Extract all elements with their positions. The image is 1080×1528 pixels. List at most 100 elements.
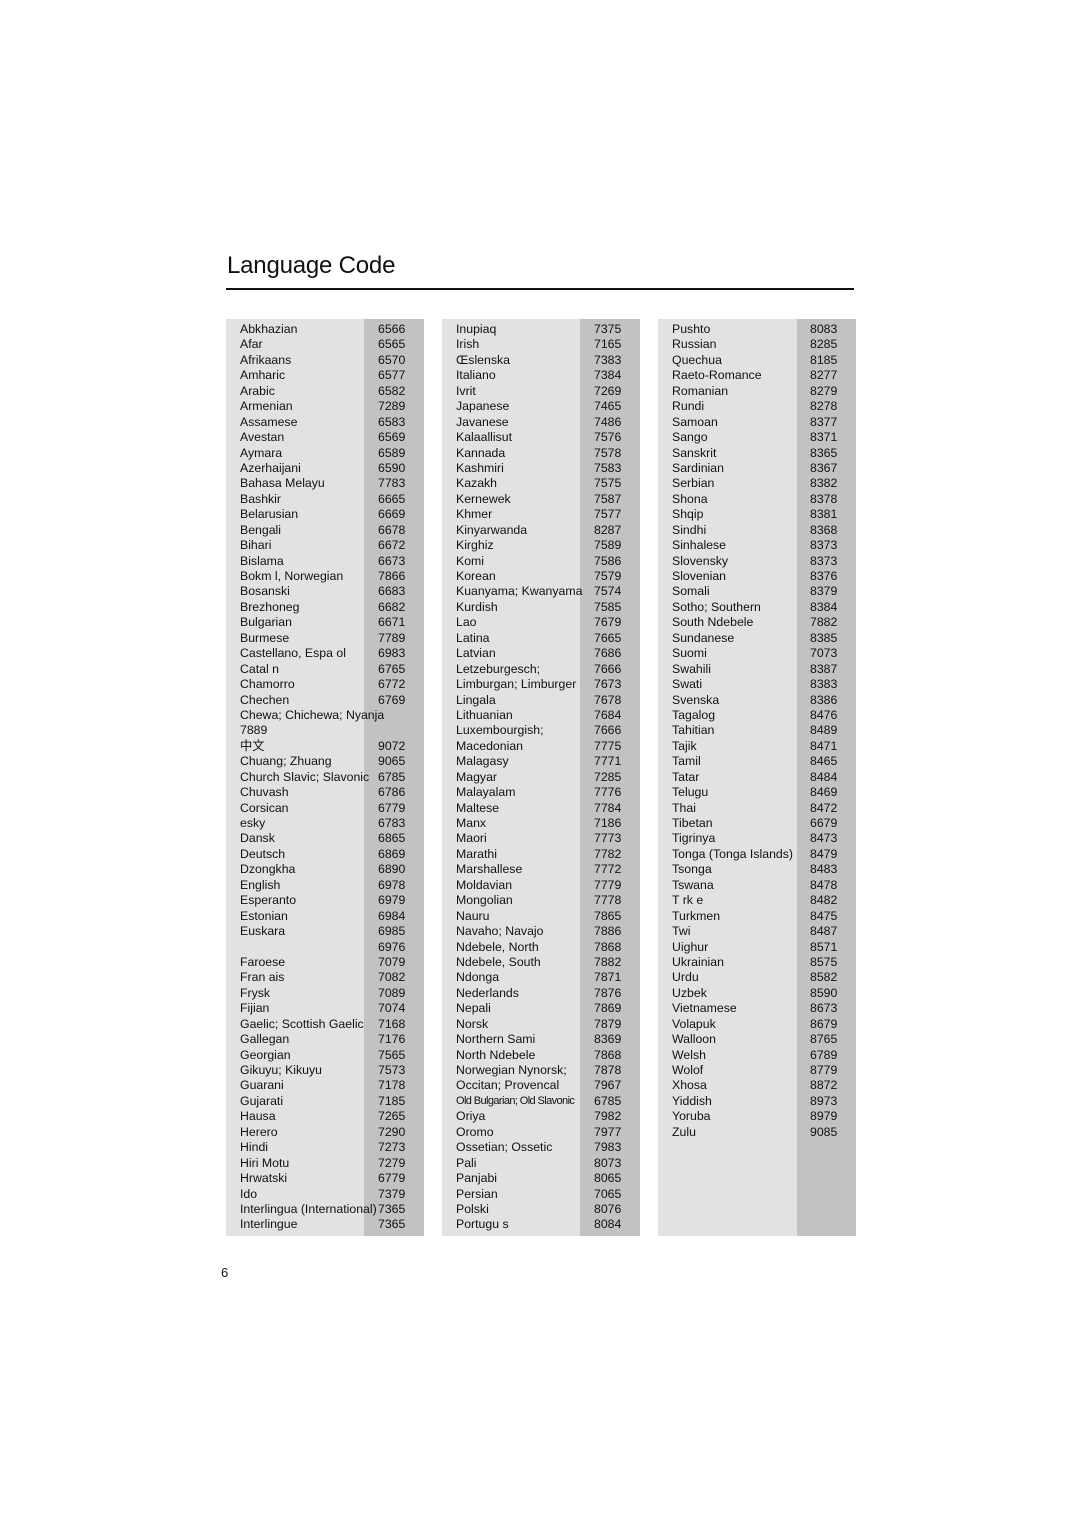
language-name: Sotho; Southern — [672, 599, 761, 614]
language-row: Aymara 6589 — [240, 446, 424, 461]
language-name: Pushto — [672, 322, 711, 336]
language-code: 8083 — [810, 322, 838, 336]
language-code: 8365 — [810, 445, 838, 460]
language-name: Tsonga — [672, 862, 712, 877]
language-row: Malayalam 7776 — [456, 785, 640, 800]
language-name: Œslenska — [456, 352, 510, 367]
language-code: 6779 — [378, 1171, 406, 1186]
language-name: Afar — [240, 337, 263, 352]
language-code: 7168 — [378, 1016, 406, 1031]
language-name: Limburgan; Limburger — [456, 677, 577, 692]
language-row: Mongolian 7778 — [456, 893, 640, 908]
language-row: Kashmiri 7583 — [456, 461, 640, 476]
language-code: 7967 — [594, 1078, 622, 1093]
language-row: Interlingue 7365 — [240, 1217, 424, 1232]
language-name: Malagasy — [456, 754, 509, 769]
language-row: Occitan; Provencal 7967 — [456, 1078, 640, 1093]
language-name: Romanian — [672, 383, 729, 398]
language-row: Turkmen 8475 — [672, 909, 856, 924]
language-code: 8377 — [810, 414, 838, 429]
language-code: 7176 — [378, 1032, 406, 1047]
language-code: 6976 — [378, 939, 406, 954]
language-name: Ossetian; Ossetic — [456, 1140, 553, 1155]
language-code: 8973 — [810, 1093, 838, 1108]
language-row: Slovensky 8373 — [672, 554, 856, 569]
language-code: 7079 — [378, 954, 406, 969]
language-code: 8473 — [810, 831, 838, 846]
language-row: Dansk 6865 — [240, 831, 424, 846]
language-code: 7983 — [594, 1140, 622, 1155]
language-name: Kirghiz — [456, 538, 494, 553]
language-name: Kazakh — [456, 476, 498, 491]
language-row: Belarusian 6669 — [240, 507, 424, 522]
language-code: 6665 — [378, 491, 406, 506]
language-code: 8479 — [810, 846, 838, 861]
language-row: Welsh 6789 — [672, 1048, 856, 1063]
language-row: Catal n 6765 — [240, 662, 424, 677]
language-name: Bengali — [240, 522, 282, 537]
language-name: Brezhoneg — [240, 599, 300, 614]
language-name: Tagalog — [672, 707, 716, 722]
language-row: Amharic 6577 — [240, 368, 424, 383]
language-name: Georgian — [240, 1047, 291, 1062]
language-code: 6890 — [378, 862, 406, 877]
language-name: Moldavian — [456, 877, 513, 892]
language-code: 7666 — [594, 723, 622, 738]
language-row: Lao 7679 — [456, 615, 640, 630]
language-name: Belarusian — [240, 507, 299, 522]
language-code: 8482 — [810, 893, 838, 908]
language-name: Sindhi — [672, 522, 707, 537]
language-name: Nederlands — [456, 985, 519, 1000]
language-row: Uighur 8571 — [672, 940, 856, 955]
language-name: Gallegan — [240, 1032, 290, 1047]
language-row: Svenska 8386 — [672, 693, 856, 708]
language-name: Kurdish — [456, 599, 498, 614]
language-name: Somali — [672, 584, 710, 599]
language-name: Zulu — [672, 1124, 696, 1139]
language-code: 8484 — [810, 769, 838, 784]
language-name: Volapuk — [672, 1016, 716, 1031]
language-name: South Ndebele — [672, 615, 754, 630]
language-code: 8872 — [810, 1078, 838, 1093]
language-row: Urdu 8582 — [672, 970, 856, 985]
language-code: 7289 — [378, 399, 406, 414]
language-code: 6589 — [378, 445, 406, 460]
language-row: Tibetan 6679 — [672, 816, 856, 831]
language-name: Swahili — [672, 661, 711, 676]
language-code: 6983 — [378, 646, 406, 661]
language-code: 6865 — [378, 831, 406, 846]
language-code: 7866 — [378, 569, 406, 583]
language-code: 7779 — [594, 877, 622, 892]
language-code: 7586 — [594, 553, 622, 568]
language-row: Sardinian 8367 — [672, 461, 856, 476]
language-code: 8679 — [810, 1016, 838, 1031]
language-code: 9085 — [810, 1124, 838, 1139]
language-code: 6570 — [378, 352, 406, 367]
language-row: Tagalog 8476 — [672, 708, 856, 723]
language-name: Nauru — [456, 908, 490, 923]
language-code: 8471 — [810, 738, 838, 753]
language-row: Suomi 7073 — [672, 646, 856, 661]
language-row: Sango 8371 — [672, 430, 856, 445]
language-name: Abkhazian — [240, 322, 298, 336]
language-row: English 6978 — [240, 878, 424, 893]
language-name: Wolof — [672, 1063, 704, 1077]
language-code: 7375 — [594, 322, 622, 336]
language-column-2: Inupiaq 7375 Irish 7165 Œslenska 7383 Italiano… — [442, 319, 640, 1236]
language-row: Tsonga 8483 — [672, 862, 856, 877]
language-row: 中文 9072 — [240, 739, 424, 754]
language-row: Volapuk 8679 — [672, 1017, 856, 1032]
language-code: 6678 — [378, 522, 406, 537]
language-row: Chechen 6769 — [240, 693, 424, 708]
language-code: 7876 — [594, 985, 622, 1000]
language-row: Marathi 7782 — [456, 847, 640, 862]
language-code: 9065 — [378, 754, 406, 769]
language-row: Bihari 6672 — [240, 538, 424, 553]
language-row: Oriya 7982 — [456, 1109, 640, 1124]
language-row: North Ndebele 7868 — [456, 1048, 640, 1063]
language-row: Latvian 7686 — [456, 646, 640, 661]
language-code: 6672 — [378, 538, 406, 553]
language-name: Chewa; Chichewa; Nyanja — [240, 707, 385, 722]
language-row: Ukrainian 8575 — [672, 955, 856, 970]
language-name: Kuanyama; Kwanyama — [456, 584, 583, 599]
